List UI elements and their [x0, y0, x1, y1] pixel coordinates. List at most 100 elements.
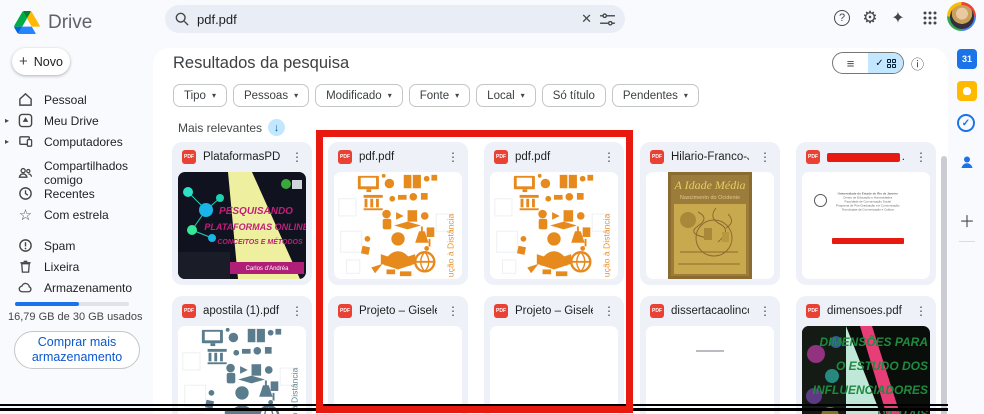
more-options-icon[interactable]: ⋮	[444, 304, 462, 318]
file-thumbnail: ução à Distância	[334, 172, 462, 279]
svg-text:Carlos d'Andréa: Carlos d'Andréa	[246, 266, 289, 272]
home-icon	[19, 92, 32, 106]
file-card[interactable]: PDF pdf.pdf ⋮ ução à Distância	[484, 142, 624, 285]
file-card[interactable]: PDF Hilario-Franco-Jr-... ⋮ A Idade Médi…	[640, 142, 780, 285]
file-name: apostila (1).pdf	[203, 305, 280, 317]
svg-text:INFLUENCIADORES: INFLUENCIADORES	[813, 383, 928, 397]
help-icon[interactable]: ?	[830, 6, 854, 30]
clear-search-icon[interactable]: ✕	[581, 11, 592, 27]
new-button[interactable]: + Novo	[12, 48, 70, 75]
file-thumbnail: ução à Distância	[490, 172, 618, 279]
svg-text:DIMENSÕES PARA: DIMENSÕES PARA	[820, 334, 928, 349]
file-thumbnail: ução à Distância	[178, 326, 306, 414]
user-avatar[interactable]	[947, 2, 976, 31]
chevron-right-icon[interactable]: ▸	[5, 137, 9, 146]
more-options-icon[interactable]: ⋮	[912, 304, 930, 318]
view-toggle: ≡ ✓	[832, 52, 904, 74]
file-card[interactable]: PDF dissertacaolincolc... ⋮	[640, 296, 780, 414]
more-options-icon[interactable]: ⋮	[600, 150, 618, 164]
more-options-icon[interactable]: ⋮	[912, 150, 930, 164]
sort-direction-icon[interactable]: ↓	[268, 119, 286, 136]
keep-icon[interactable]	[957, 81, 977, 101]
page-title: Resultados da pesquisa	[173, 54, 350, 72]
more-options-icon[interactable]: ⋮	[756, 150, 774, 164]
file-card[interactable]: PDF pdf.pdf ⋮ ução à Distância	[328, 142, 468, 285]
pdf-file-icon: PDF	[182, 150, 196, 164]
filter-chip-pessoas[interactable]: Pessoas ▾	[232, 84, 310, 107]
drive-icon	[18, 113, 33, 128]
file-thumbnail: DIMENSÕES PARA O ESTUDO DOS INFLUENCIADO…	[802, 326, 930, 414]
search-bar[interactable]: ✕	[165, 5, 625, 33]
filter-chip-modificado[interactable]: Modificado ▾	[315, 84, 403, 107]
sidebar-item-armazenamento[interactable]: Armazenamento	[0, 277, 150, 298]
more-options-icon[interactable]: ⋮	[288, 150, 306, 164]
grid-view-button[interactable]: ✓	[868, 53, 903, 73]
avatar-photo	[949, 4, 974, 29]
sidebar-item-computadores[interactable]: ▸ Computadores	[0, 131, 150, 152]
more-options-icon[interactable]: ⋮	[444, 150, 462, 164]
svg-text:Nascimento do Ocidente: Nascimento do Ocidente	[680, 195, 740, 201]
dropdown-arrow-icon: ▾	[520, 91, 525, 100]
filter-chip-local[interactable]: Local ▾	[476, 84, 536, 107]
settings-gear-icon[interactable]: ⚙	[858, 6, 882, 30]
file-card[interactable]: PDF apostila (1).pdf ⋮ ução à Distância	[172, 296, 312, 414]
filter-chip-pendentes[interactable]: Pendentes ▾	[611, 84, 699, 107]
app-name: Drive	[48, 11, 93, 33]
laptop-icon	[19, 136, 33, 147]
svg-text:O ESTUDO DOS: O ESTUDO DOS	[836, 359, 928, 373]
sidebar-item-spam[interactable]: Spam	[0, 235, 150, 256]
pdf-file-icon: PDF	[650, 150, 664, 164]
google-apps-grid-icon[interactable]	[918, 6, 942, 30]
sidebar-item-lixeira[interactable]: Lixeira	[0, 256, 150, 277]
dropdown-arrow-icon: ▾	[455, 91, 460, 100]
info-icon[interactable]: ⓘ	[911, 54, 924, 73]
pdf-file-icon: PDF	[338, 150, 352, 164]
file-card[interactable]: PDF Projeto – Gisele... ⋮ Programa de Pó…	[484, 296, 624, 414]
sidebar-item-meu-drive[interactable]: ▸ Meu Drive	[0, 110, 150, 131]
buy-storage-button[interactable]: Comprar mais armazenamento	[14, 331, 140, 369]
list-view-button[interactable]: ≡	[833, 53, 868, 73]
filter-chip-fonte[interactable]: Fonte ▾	[408, 84, 471, 107]
search-input[interactable]	[197, 11, 574, 27]
file-card[interactable]: PDF . ⋮ Universidade do Estado do Rio de…	[796, 142, 936, 285]
file-card[interactable]: PDF PlataformasPDF.pdf ⋮ PESQUISANDO PLA…	[172, 142, 312, 285]
clock-icon	[19, 187, 32, 200]
search-options-icon[interactable]	[600, 12, 615, 26]
contacts-icon[interactable]	[957, 152, 977, 172]
panel-divider	[959, 241, 975, 242]
plus-icon: +	[19, 53, 28, 70]
file-card[interactable]: PDF Projeto – Gisele... ⋮ Programa de Pó…	[328, 296, 468, 414]
file-thumbnail: Programa de Pós-Graduação em Comunicação…	[490, 326, 618, 414]
people-icon	[18, 167, 33, 178]
add-app-icon[interactable]: ＋	[957, 210, 977, 231]
filter-chip-tipo[interactable]: Tipo ▾	[173, 84, 227, 107]
filter-chip-so-titulo[interactable]: Só título	[541, 84, 606, 107]
gemini-sparkle-icon[interactable]: ✦	[886, 6, 910, 30]
redaction-bar	[832, 238, 904, 244]
file-name: Hilario-Franco-Jr-...	[671, 151, 749, 163]
pdf-file-icon: PDF	[806, 304, 820, 318]
sidebar-item-pessoal[interactable]: Pessoal	[0, 89, 150, 110]
cloud-icon	[18, 282, 32, 293]
document-text-line	[696, 350, 724, 352]
svg-text:A Idade Média: A Idade Média	[673, 178, 745, 192]
sidebar-item-compartilhados[interactable]: Compartilhados comigo	[0, 159, 150, 187]
tasks-icon[interactable]: ✓	[957, 114, 975, 132]
pdf-file-icon: PDF	[650, 304, 664, 318]
calendar-icon[interactable]: 31	[957, 49, 977, 69]
scrollbar-thumb[interactable]	[941, 156, 947, 414]
file-name: dissertacaolincolc...	[671, 305, 749, 317]
more-options-icon[interactable]: ⋮	[756, 304, 774, 318]
sidebar-item-recentes[interactable]: Recentes	[0, 183, 150, 204]
sidebar-item-com-estrela[interactable]: ☆ Com estrela	[0, 204, 150, 225]
pdf-file-icon: PDF	[338, 304, 352, 318]
chevron-right-icon[interactable]: ▸	[5, 116, 9, 125]
more-options-icon[interactable]: ⋮	[600, 304, 618, 318]
list-icon: ≡	[846, 55, 855, 71]
svg-text:PESQUISANDO: PESQUISANDO	[219, 206, 293, 217]
file-thumbnail: Programa de Pós-Graduação em Comunicação…	[334, 326, 462, 414]
file-card[interactable]: PDF dimensoes.pdf ⋮ DIMENSÕES PARA O EST…	[796, 296, 936, 414]
file-thumbnail: PESQUISANDO PLATAFORMAS ONLINE: CONCEITO…	[178, 172, 306, 279]
sort-label: Mais relevantes	[178, 120, 263, 135]
more-options-icon[interactable]: ⋮	[288, 304, 306, 318]
